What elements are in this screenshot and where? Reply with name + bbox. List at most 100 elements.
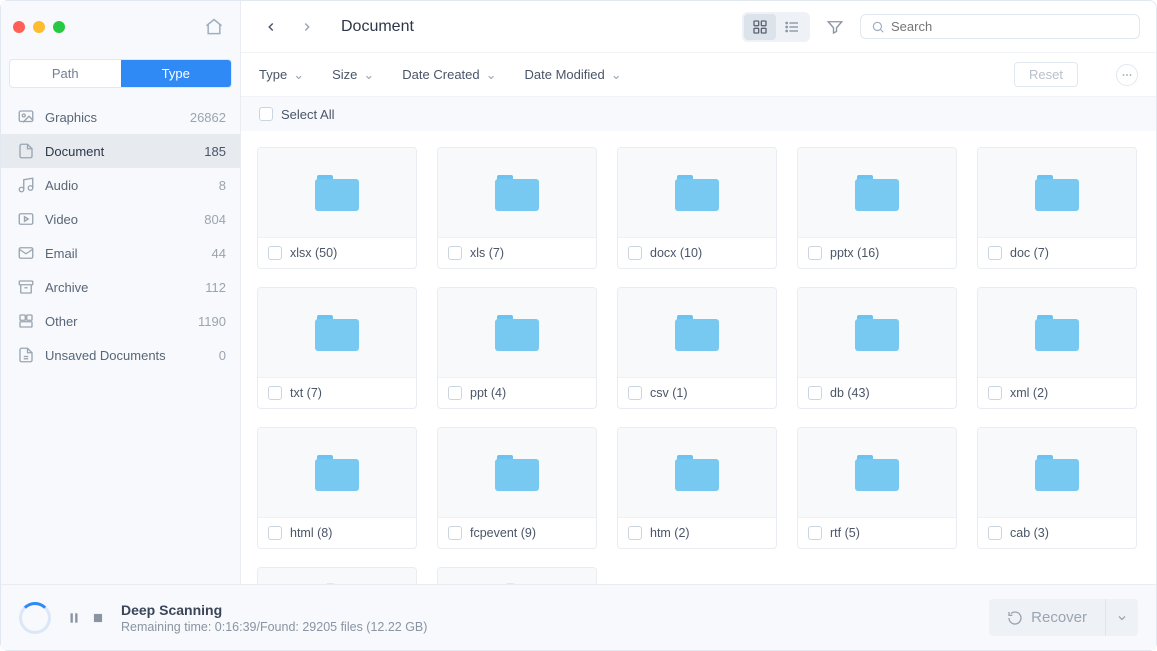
folder-label: xml (2) xyxy=(1010,386,1048,400)
minimize-window-button[interactable] xyxy=(33,21,45,33)
folder-card[interactable]: cab (3) xyxy=(977,427,1137,549)
filter-date-modified[interactable]: Date Modified⌄ xyxy=(525,67,622,83)
folder-checkbox[interactable] xyxy=(448,246,462,260)
sidebar-item-graphics[interactable]: Graphics26862 xyxy=(1,100,240,134)
folder-card[interactable]: docx (10) xyxy=(617,147,777,269)
folder-card[interactable] xyxy=(437,567,597,584)
folder-thumbnail xyxy=(438,148,596,238)
folder-card[interactable]: doc (7) xyxy=(977,147,1137,269)
results-area[interactable]: xlsx (50)xls (7)docx (10)pptx (16)doc (7… xyxy=(241,131,1156,584)
sidebar-item-video[interactable]: Video804 xyxy=(1,202,240,236)
pause-scan-button[interactable] xyxy=(67,611,81,625)
folder-icon xyxy=(315,455,359,491)
folder-label: html (8) xyxy=(290,526,332,540)
folder-card[interactable] xyxy=(257,567,417,584)
folder-thumbnail xyxy=(438,288,596,378)
filter-button[interactable] xyxy=(822,14,848,40)
search-icon xyxy=(871,20,885,34)
close-window-button[interactable] xyxy=(13,21,25,33)
chevron-right-icon xyxy=(300,20,314,34)
folder-checkbox[interactable] xyxy=(808,526,822,540)
search-input[interactable] xyxy=(891,19,1129,34)
home-button[interactable] xyxy=(200,13,228,41)
folder-checkbox[interactable] xyxy=(988,386,1002,400)
filter-type[interactable]: Type⌄ xyxy=(259,67,304,83)
select-all-checkbox[interactable] xyxy=(259,107,273,121)
sidebar-item-unsaved[interactable]: Unsaved Documents0 xyxy=(1,338,240,372)
folder-card[interactable]: csv (1) xyxy=(617,287,777,409)
sidebar-item-count: 1190 xyxy=(198,314,226,329)
folder-checkbox[interactable] xyxy=(988,526,1002,540)
folder-card[interactable]: fcpevent (9) xyxy=(437,427,597,549)
folder-thumbnail xyxy=(978,428,1136,518)
sidebar-item-other[interactable]: Other1190 xyxy=(1,304,240,338)
filter-date-created[interactable]: Date Created⌄ xyxy=(402,67,496,83)
restore-icon xyxy=(1007,610,1023,626)
folder-checkbox[interactable] xyxy=(268,386,282,400)
folder-card[interactable]: pptx (16) xyxy=(797,147,957,269)
folder-thumbnail xyxy=(438,428,596,518)
maximize-window-button[interactable] xyxy=(53,21,65,33)
sidebar-item-count: 8 xyxy=(219,178,226,193)
more-options-button[interactable] xyxy=(1116,64,1138,86)
funnel-icon xyxy=(826,18,844,36)
folder-footer: cab (3) xyxy=(978,518,1136,548)
sidebar-item-audio[interactable]: Audio8 xyxy=(1,168,240,202)
search-box[interactable] xyxy=(860,14,1140,39)
folder-card[interactable]: txt (7) xyxy=(257,287,417,409)
folder-checkbox[interactable] xyxy=(628,526,642,540)
folder-card[interactable]: htm (2) xyxy=(617,427,777,549)
folder-icon xyxy=(675,315,719,351)
folder-checkbox[interactable] xyxy=(808,386,822,400)
sidebar-item-archive[interactable]: Archive112 xyxy=(1,270,240,304)
archive-icon xyxy=(17,278,35,296)
folder-card[interactable]: ppt (4) xyxy=(437,287,597,409)
recover-dropdown[interactable] xyxy=(1105,599,1138,636)
filter-size[interactable]: Size⌄ xyxy=(332,67,374,83)
folder-card[interactable]: xls (7) xyxy=(437,147,597,269)
folder-icon xyxy=(315,315,359,351)
reset-button[interactable]: Reset xyxy=(1014,62,1078,87)
recover-button[interactable]: Recover xyxy=(989,599,1105,636)
sidebar-item-count: 26862 xyxy=(190,110,226,125)
folder-checkbox[interactable] xyxy=(628,386,642,400)
folder-checkbox[interactable] xyxy=(268,246,282,260)
sidebar-item-count: 44 xyxy=(212,246,226,261)
view-toggle xyxy=(742,12,810,42)
category-list: Graphics26862Document185Audio8Video804Em… xyxy=(1,96,240,372)
video-icon xyxy=(17,210,35,228)
folder-icon xyxy=(505,583,529,584)
breadcrumb: Document xyxy=(341,18,414,36)
folder-thumbnail xyxy=(258,428,416,518)
folder-thumbnail xyxy=(798,428,956,518)
sidebar-item-document[interactable]: Document185 xyxy=(1,134,240,168)
folder-card[interactable]: rtf (5) xyxy=(797,427,957,549)
folder-checkbox[interactable] xyxy=(268,526,282,540)
folder-thumbnail xyxy=(798,288,956,378)
filter-bar: Type⌄ Size⌄ Date Created⌄ Date Modified⌄… xyxy=(241,53,1156,97)
sidebar-item-email[interactable]: Email44 xyxy=(1,236,240,270)
folder-checkbox[interactable] xyxy=(988,246,1002,260)
nav-forward-button[interactable] xyxy=(293,13,321,41)
folder-card[interactable]: db (43) xyxy=(797,287,957,409)
list-view-button[interactable] xyxy=(776,14,808,40)
folder-checkbox[interactable] xyxy=(808,246,822,260)
folder-card[interactable]: xml (2) xyxy=(977,287,1137,409)
folder-checkbox[interactable] xyxy=(628,246,642,260)
tab-type[interactable]: Type xyxy=(121,60,232,87)
folder-checkbox[interactable] xyxy=(448,526,462,540)
stop-scan-button[interactable] xyxy=(91,611,105,625)
grid-view-button[interactable] xyxy=(744,14,776,40)
folder-card[interactable]: xlsx (50) xyxy=(257,147,417,269)
nav-back-button[interactable] xyxy=(257,13,285,41)
folder-card[interactable]: html (8) xyxy=(257,427,417,549)
folder-icon xyxy=(315,175,359,211)
stop-icon xyxy=(91,611,105,625)
folder-checkbox[interactable] xyxy=(448,386,462,400)
scan-controls xyxy=(67,611,105,625)
folder-footer: csv (1) xyxy=(618,378,776,408)
folder-icon xyxy=(675,175,719,211)
folder-icon xyxy=(675,455,719,491)
sidebar-item-label: Graphics xyxy=(45,110,190,125)
tab-path[interactable]: Path xyxy=(10,60,121,87)
